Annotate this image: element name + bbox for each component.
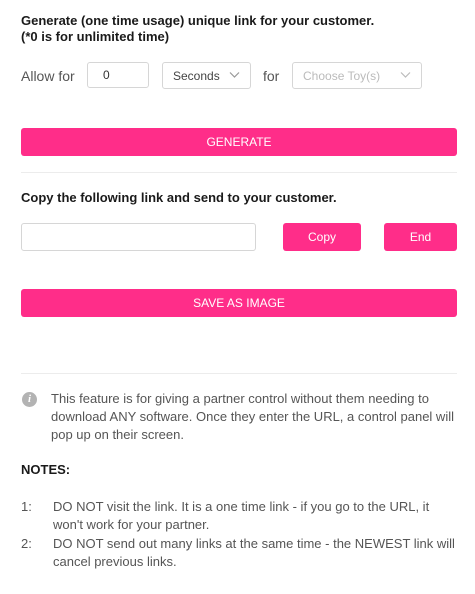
generate-heading-line1: Generate (one time usage) unique link fo… [21,13,375,28]
info-text: This feature is for giving a partner con… [51,391,454,442]
divider [21,172,457,173]
info-icon: i [22,392,37,407]
generate-heading: Generate (one time usage) unique link fo… [21,13,451,45]
end-button[interactable]: End [384,223,457,251]
notes-title: NOTES: [21,462,71,477]
generate-button[interactable]: GENERATE [21,128,457,156]
allow-for-label: Allow for [21,68,75,84]
divider [21,373,457,374]
allow-row: Allow for Seconds for Choose Toy(s) [21,62,461,90]
for-label: for [263,68,280,84]
save-as-image-button[interactable]: SAVE AS IMAGE [21,289,457,317]
toy-select-placeholder: Choose Toy(s) [303,69,381,83]
note-number: 2: [21,536,32,551]
copy-link-heading: Copy the following link and send to your… [21,190,337,205]
chevron-down-icon [400,72,411,78]
generate-heading-line2: (*0 is for unlimited time) [21,29,170,44]
link-field[interactable] [21,223,256,251]
time-unit-select[interactable]: Seconds [162,62,251,89]
note-number: 1: [21,499,32,514]
duration-input[interactable] [87,62,149,88]
copy-button[interactable]: Copy [283,223,361,251]
chevron-down-icon [229,72,240,78]
note-text: DO NOT send out many links at the same t… [53,536,455,569]
time-unit-value: Seconds [173,69,220,83]
toy-select[interactable]: Choose Toy(s) [292,62,422,89]
note-text: DO NOT visit the link. It is a one time … [53,499,430,532]
